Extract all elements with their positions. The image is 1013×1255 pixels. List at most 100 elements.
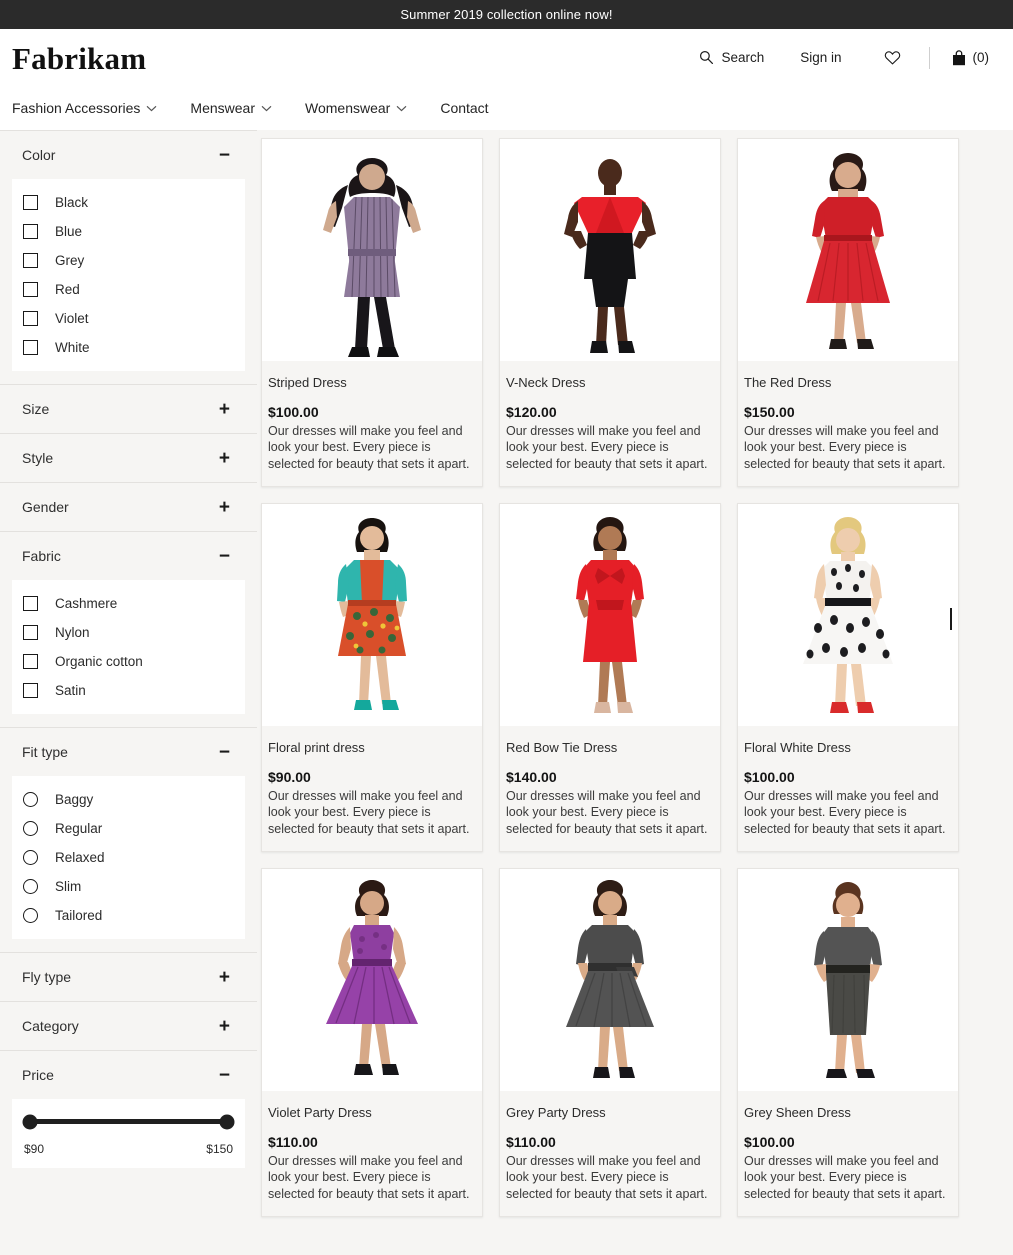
expand-icon[interactable]: + [219,1017,230,1036]
product-card[interactable]: Floral White Dress $100.00 Our dresses w… [737,503,959,852]
nav-item-label: Womenswear [305,100,390,116]
filter-option-satin[interactable]: Satin [12,676,245,705]
facet-title: Gender [22,499,69,515]
product-name: Violet Party Dress [268,1105,476,1121]
masthead-actions: Search Sign in (0) [689,44,999,72]
radio-icon[interactable] [23,821,38,836]
price-slider-max-handle[interactable] [220,1114,235,1129]
filter-option-black[interactable]: Black [12,188,245,217]
filter-option-relaxed[interactable]: Relaxed [12,843,245,872]
facet-price-header[interactable]: Price − [0,1051,257,1099]
filter-option-grey[interactable]: Grey [12,246,245,275]
collapse-icon[interactable]: − [219,547,230,566]
facet-gender-header[interactable]: Gender + [0,483,257,531]
filter-option-white[interactable]: White [12,333,245,362]
price-slider-min-handle[interactable] [23,1114,38,1129]
product-card[interactable]: Grey Party Dress $110.00 Our dresses wil… [499,868,721,1217]
search-button[interactable]: Search [689,44,774,71]
facet-category-header[interactable]: Category + [0,1002,257,1050]
filter-option-red[interactable]: Red [12,275,245,304]
radio-icon[interactable] [23,792,38,807]
filter-option-regular[interactable]: Regular [12,814,245,843]
product-card[interactable]: Grey Sheen Dress $100.00 Our dresses wil… [737,868,959,1217]
filter-option-label: Black [55,195,88,210]
facet-color: Color − Black Blue Grey Red [0,130,257,385]
filter-option-blue[interactable]: Blue [12,217,245,246]
collapse-icon[interactable]: − [219,146,230,165]
product-info: Grey Party Dress $110.00 Our dresses wil… [500,1091,720,1216]
filter-option-cashmere[interactable]: Cashmere [12,589,245,618]
facet-fit-type: Fit type − Baggy Regular Relaxed [0,728,257,953]
filter-option-tailored[interactable]: Tailored [12,901,245,930]
sign-in-button[interactable]: Sign in [790,44,851,71]
chevron-down-icon [261,105,272,112]
nav-item-label: Fashion Accessories [12,100,140,116]
collapse-icon[interactable]: − [219,1066,230,1085]
floral-white-dress-photo [738,504,958,726]
filter-option-baggy[interactable]: Baggy [12,785,245,814]
product-card[interactable]: V-Neck Dress $120.00 Our dresses will ma… [499,138,721,487]
floral-print-dress-photo [262,504,482,726]
filter-option-nylon[interactable]: Nylon [12,618,245,647]
facet-color-header[interactable]: Color − [0,131,257,179]
filter-option-violet[interactable]: Violet [12,304,245,333]
product-price: $140.00 [506,769,714,785]
facet-style-header[interactable]: Style + [0,434,257,482]
product-name: Floral print dress [268,740,476,756]
price-slider-track[interactable] [30,1119,227,1124]
expand-icon[interactable]: + [219,400,230,419]
product-price: $90.00 [268,769,476,785]
facet-fly-type-header[interactable]: Fly type + [0,953,257,1001]
product-card[interactable]: The Red Dress $150.00 Our dresses will m… [737,138,959,487]
product-card[interactable]: Striped Dress $100.00 Our dresses will m… [261,138,483,487]
product-card[interactable]: Violet Party Dress $110.00 Our dresses w… [261,868,483,1217]
filter-option-slim[interactable]: Slim [12,872,245,901]
product-name: Red Bow Tie Dress [506,740,714,756]
facet-fabric-header[interactable]: Fabric − [0,532,257,580]
product-image [738,504,958,726]
facet-fit-type-header[interactable]: Fit type − [0,728,257,776]
nav-item-label: Menswear [190,100,255,116]
checkbox-icon[interactable] [23,340,38,355]
checkbox-icon[interactable] [23,195,38,210]
expand-icon[interactable]: + [219,449,230,468]
filter-option-label: Organic cotton [55,654,143,669]
checkbox-icon[interactable] [23,282,38,297]
cart-button[interactable]: (0) [942,44,1000,72]
nav-item-contact[interactable]: Contact [440,96,488,120]
filter-option-organic-cotton[interactable]: Organic cotton [12,647,245,676]
expand-icon[interactable]: + [219,498,230,517]
nav-item-womenswear[interactable]: Womenswear [305,96,407,120]
checkbox-icon[interactable] [23,311,38,326]
striped-dress-photo [262,139,482,361]
facet-size-header[interactable]: Size + [0,385,257,433]
radio-icon[interactable] [23,850,38,865]
radio-icon[interactable] [23,879,38,894]
brand-logo[interactable]: Fabrikam [12,41,146,74]
violet-party-dress-photo [262,869,482,1091]
filter-option-label: Satin [55,683,86,698]
product-card[interactable]: Red Bow Tie Dress $140.00 Our dresses wi… [499,503,721,852]
facet-title: Size [22,401,49,417]
product-price: $100.00 [268,404,476,420]
checkbox-icon[interactable] [23,654,38,669]
checkbox-icon[interactable] [23,625,38,640]
nav-item-menswear[interactable]: Menswear [190,96,272,120]
product-card[interactable]: Floral print dress $90.00 Our dresses wi… [261,503,483,852]
product-info: Violet Party Dress $110.00 Our dresses w… [262,1091,482,1216]
nav-item-fashion-accessories[interactable]: Fashion Accessories [12,96,157,120]
masthead-divider [929,47,930,69]
collapse-icon[interactable]: − [219,743,230,762]
wishlist-button[interactable] [874,44,911,72]
checkbox-icon[interactable] [23,224,38,239]
facet-title: Color [22,147,55,163]
checkbox-icon[interactable] [23,683,38,698]
product-image [500,139,720,361]
radio-icon[interactable] [23,908,38,923]
checkbox-icon[interactable] [23,253,38,268]
facet-title: Category [22,1018,79,1034]
filter-option-label: Grey [55,253,84,268]
search-label: Search [721,50,764,65]
expand-icon[interactable]: + [219,968,230,987]
checkbox-icon[interactable] [23,596,38,611]
